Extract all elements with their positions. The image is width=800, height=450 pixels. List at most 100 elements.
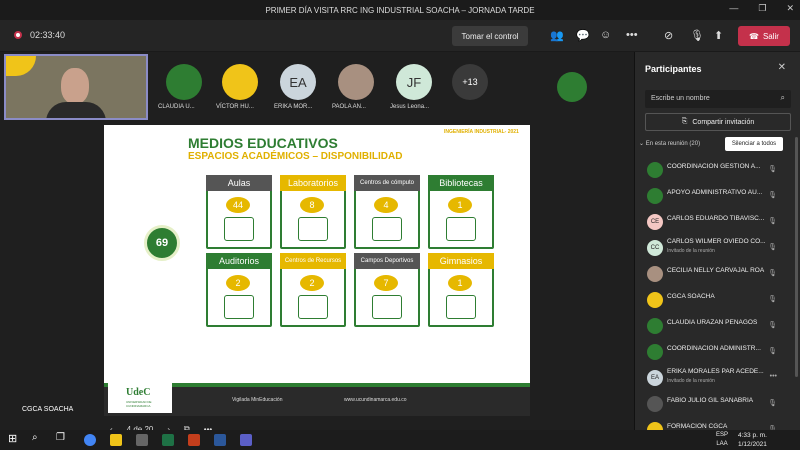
mic-off-icon: 🎙 xyxy=(768,400,777,407)
participant-name: APOYO ADMINISTRATIVO AU... xyxy=(667,189,763,196)
leave-label: Salir xyxy=(762,31,779,41)
presenter-video-tile[interactable] xyxy=(4,54,148,120)
participant-tile[interactable] xyxy=(220,64,260,100)
participant-tile[interactable]: JF xyxy=(394,64,434,100)
list-item[interactable]: CLAUDIA URAZAN PENAGOS 🎙 xyxy=(635,313,795,339)
participants-panel: Participantes ✕ Escribe un nombre ⌕ ⎘ Co… xyxy=(634,52,800,438)
list-item[interactable]: COORDINACIÓN GESTIÓN A... 🎙 xyxy=(635,157,795,183)
mute-all-button[interactable]: Silenciar a todos xyxy=(725,137,783,151)
list-item[interactable]: COORDINACIÓN ADMINISTR... 🎙 xyxy=(635,339,795,365)
presenter-face xyxy=(61,68,89,104)
panel-scrollbar[interactable] xyxy=(795,137,798,377)
avatar: EA xyxy=(280,64,316,100)
powerpoint-icon[interactable] xyxy=(188,434,200,446)
participant-list: COORDINACIÓN GESTIÓN A... 🎙 APOYO ADMINI… xyxy=(635,157,795,443)
participant-tile[interactable] xyxy=(164,64,204,100)
extra-count: +13 xyxy=(452,64,488,100)
list-item[interactable]: FABIO JULIO GIL SANABRIA 🎙 xyxy=(635,391,795,417)
window-title: PRIMER DÍA VISITA RRC ING INDUSTRIAL SOA… xyxy=(265,5,535,15)
card-label: Gimnasios xyxy=(428,253,494,269)
take-control-button[interactable]: Tomar el control xyxy=(452,26,528,46)
self-label: CGCA SOACHA xyxy=(22,406,74,413)
card-value: 7 xyxy=(374,275,398,291)
share-invite-label: Compartir invitación xyxy=(692,118,755,126)
resource-card: Bibliotecas 1 xyxy=(428,175,494,249)
phone-icon: ☎ xyxy=(749,31,759,41)
mic-off-icon: 🎙 xyxy=(768,296,777,303)
sports-icon xyxy=(372,295,402,319)
meeting-timer: 02:33:40 xyxy=(30,30,66,40)
participant-tile[interactable]: EA xyxy=(278,64,318,100)
maximize-icon[interactable]: ❐ xyxy=(758,3,766,14)
participant-name: FABIO JULIO GIL SANABRIA xyxy=(667,397,754,404)
avatar xyxy=(647,344,663,360)
avatar xyxy=(647,188,663,204)
close-window-icon[interactable]: ✕ xyxy=(786,3,794,14)
slide-title: MEDIOS EDUCATIVOS xyxy=(188,135,338,151)
lab-icon xyxy=(298,217,328,241)
in-meeting-label: En esta reunión (20) xyxy=(645,141,701,147)
file-explorer-icon[interactable] xyxy=(110,434,122,446)
share-invite-button[interactable]: ⎘ Compartir invitación xyxy=(645,113,791,131)
card-label: Centros de cómputo xyxy=(354,175,420,191)
list-item[interactable]: CGCA SOACHA 🎙 xyxy=(635,287,795,313)
list-item[interactable]: CECILIA NELLY CARVAJAL ROA 🎙 xyxy=(635,261,795,287)
search-placeholder: Escribe un nombre xyxy=(651,95,710,102)
participant-name: CECILIA NELLY CARVAJAL ROA xyxy=(667,267,765,274)
participant-role: Invitado de la reunión xyxy=(667,378,715,384)
participant-tile[interactable] xyxy=(336,64,376,100)
more-participants-button[interactable]: +13 xyxy=(452,64,492,100)
card-label: Bibliotecas xyxy=(428,175,494,191)
mic-off-icon[interactable]: 🎙 xyxy=(690,29,704,42)
word-icon[interactable] xyxy=(214,434,226,446)
avatar xyxy=(166,64,202,100)
task-view-icon[interactable]: ❐ xyxy=(56,432,68,444)
people-icon[interactable]: 👥 xyxy=(550,29,564,42)
list-item[interactable]: EA ERIKA MORALES PAR ACEDE... Invitado d… xyxy=(635,365,795,391)
avatar xyxy=(338,64,374,100)
logo-name: UdeC xyxy=(126,387,151,398)
mail-icon[interactable] xyxy=(136,434,148,446)
avatar: CC xyxy=(647,240,663,256)
title-bar: PRIMER DÍA VISITA RRC ING INDUSTRIAL SOA… xyxy=(0,0,800,20)
system-clock[interactable]: 4:33 p. m. 1/12/2021 xyxy=(738,431,767,449)
meeting-toolbar: 02:33:40 Tomar el control 👥 💬 ☺ ••• ⊘ 🎙 … xyxy=(0,20,800,52)
language-indicator[interactable]: ESP LAA xyxy=(716,431,728,449)
minimize-icon[interactable]: — xyxy=(729,3,738,14)
leave-button[interactable]: ☎ Salir xyxy=(738,26,790,46)
mic-off-icon: 🎙 xyxy=(768,192,777,199)
avatar xyxy=(647,318,663,334)
close-panel-icon[interactable]: ✕ xyxy=(778,62,786,73)
mic-off-icon: 🎙 xyxy=(768,166,777,173)
resource-card: Centros de cómputo 4 xyxy=(354,175,420,249)
avatar xyxy=(647,266,663,282)
chrome-icon[interactable] xyxy=(84,434,96,446)
excel-icon[interactable] xyxy=(162,434,174,446)
reactions-icon[interactable]: ☺ xyxy=(600,29,611,41)
card-label: Laboratorios xyxy=(280,175,346,191)
card-value: 8 xyxy=(300,197,324,213)
in-meeting-header[interactable]: ⌄ En esta reunión (20) xyxy=(639,140,700,147)
participant-tile[interactable] xyxy=(552,72,592,102)
share-screen-icon[interactable]: ⬆ xyxy=(714,29,723,42)
teams-icon[interactable] xyxy=(240,434,252,446)
avatar xyxy=(222,64,258,100)
mic-off-icon: 🎙 xyxy=(768,218,777,225)
more-options-icon[interactable]: ••• xyxy=(626,29,638,41)
camera-off-icon[interactable]: ⊘ xyxy=(664,29,673,42)
participant-role: Invitado de la reunión xyxy=(667,248,715,254)
participant-more-icon[interactable]: ••• xyxy=(770,373,777,380)
resource-card: Campos Deportivos 7 xyxy=(354,253,420,327)
windows-start-icon[interactable]: ⊞ xyxy=(8,432,20,445)
participant-search-input[interactable]: Escribe un nombre ⌕ xyxy=(645,90,791,108)
list-item[interactable]: CE CARLOS EDUARDO TIBAVISC... 🎙 xyxy=(635,209,795,235)
search-taskbar-icon[interactable]: ⌕ xyxy=(32,432,44,444)
card-value: 2 xyxy=(226,275,250,291)
list-item[interactable]: CC CARLOS WILMER OVIEDO CO... Invitado d… xyxy=(635,235,795,261)
resource-card: Laboratorios 8 xyxy=(280,175,346,249)
participant-name: CARLOS EDUARDO TIBAVISC... xyxy=(667,215,765,222)
chat-icon[interactable]: 💬 xyxy=(576,29,590,42)
list-item[interactable]: APOYO ADMINISTRATIVO AU... 🎙 xyxy=(635,183,795,209)
card-label: Aulas xyxy=(206,175,272,191)
participant-name: CGCA SOACHA xyxy=(667,293,715,300)
